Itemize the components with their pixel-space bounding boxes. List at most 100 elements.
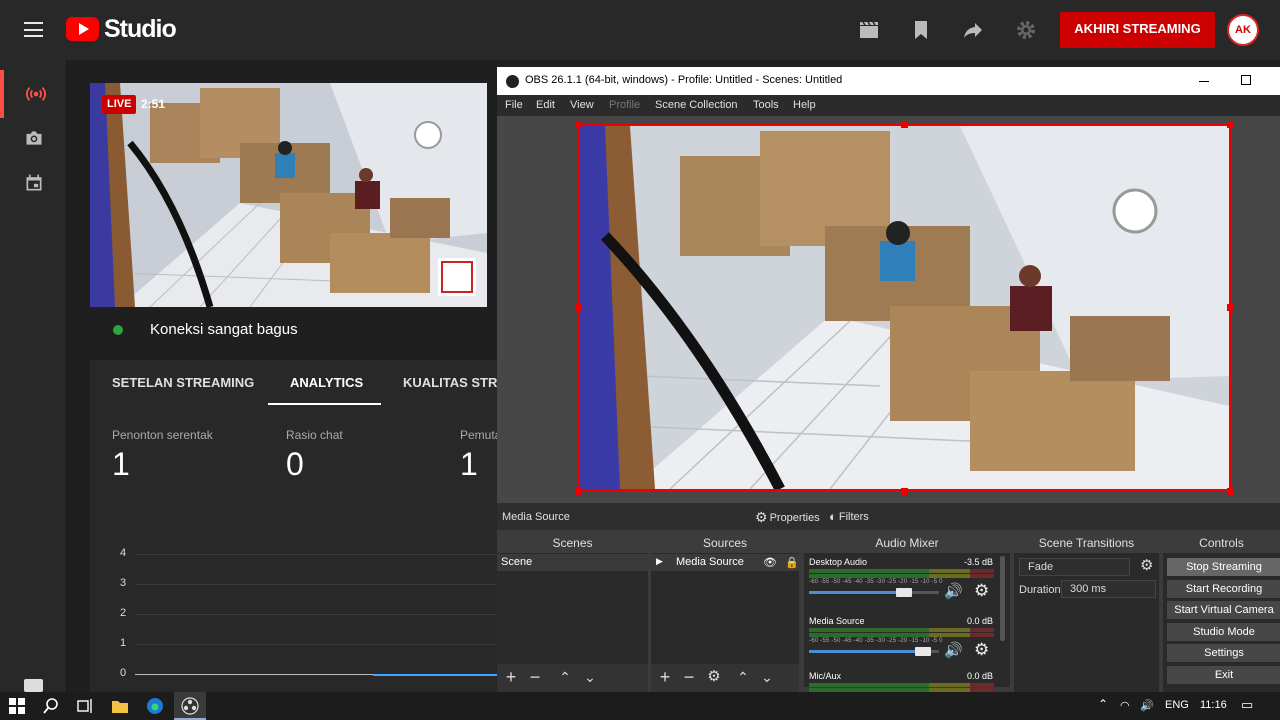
audio-mixer-title: Audio Mixer	[804, 534, 1010, 553]
scene-item-label[interactable]: Scene	[501, 556, 532, 568]
resize-handle[interactable]	[575, 488, 582, 495]
sources-dock-toolbar: + − ⚙ ⌃ ⌄	[651, 664, 799, 692]
menu-help[interactable]: Help	[793, 99, 816, 111]
meter-scale: -60 -55 -50 -45 -40 -35 -30 -25 -20 -15 …	[809, 579, 943, 585]
volume-slider[interactable]	[809, 588, 939, 597]
task-view-icon[interactable]	[76, 697, 94, 715]
scene-transitions-title: Scene Transitions	[1014, 534, 1159, 553]
speaker-icon[interactable]: 🔊	[944, 582, 963, 600]
move-up-icon[interactable]: ⌃	[734, 668, 752, 686]
settings-icon[interactable]	[1014, 18, 1038, 42]
tab-stream-quality[interactable]: KUALITAS STRE	[403, 375, 506, 390]
end-stream-button[interactable]: AKHIRI STREAMING	[1060, 12, 1215, 48]
start-virtual-camera-button[interactable]: Start Virtual Camera	[1167, 601, 1280, 619]
duration-input[interactable]: 300 ms	[1061, 580, 1156, 598]
edge-icon[interactable]	[146, 697, 164, 715]
mixer-channel-db: 0.0 dB	[966, 616, 993, 626]
gear-icon[interactable]: ⚙	[705, 668, 723, 686]
visibility-eye-icon[interactable]: 👁	[763, 556, 777, 569]
notifications-icon[interactable]: ▭	[1241, 697, 1253, 713]
gear-icon[interactable]: ⚙	[974, 640, 989, 660]
source-item-label[interactable]: Media Source	[676, 556, 744, 568]
stop-streaming-button[interactable]: Stop Streaming	[1167, 558, 1280, 576]
resize-handle[interactable]	[575, 304, 582, 311]
resize-handle[interactable]	[1227, 121, 1234, 128]
gridline	[135, 614, 505, 615]
minimize-icon[interactable]	[1199, 81, 1209, 82]
gear-icon: ⚙	[755, 509, 768, 525]
filters-button[interactable]: ◐ Filters	[829, 509, 869, 524]
move-down-icon[interactable]: ⌄	[758, 668, 776, 686]
scenes-dock-toolbar: + − ⌃ ⌄	[497, 664, 648, 692]
sidebar-item-schedule[interactable]	[0, 159, 67, 207]
menu-view[interactable]: View	[570, 99, 594, 111]
transition-select[interactable]: Fade	[1019, 558, 1130, 576]
add-icon[interactable]: +	[502, 668, 520, 686]
windows-start-icon[interactable]	[8, 697, 26, 715]
resize-handle[interactable]	[1227, 488, 1234, 495]
tab-analytics[interactable]: ANALYTICS	[290, 375, 363, 390]
avatar[interactable]: AK	[1227, 14, 1259, 46]
resize-handle[interactable]	[901, 488, 908, 495]
menu-profile[interactable]: Profile	[609, 99, 640, 111]
add-icon[interactable]: +	[656, 668, 674, 686]
resize-handle[interactable]	[1227, 304, 1234, 311]
meter-scale: -60 -55 -50 -45 -40 -35 -30 -25 -20 -15 …	[809, 638, 943, 644]
bookmark-icon[interactable]	[909, 18, 933, 42]
controls-title: Controls	[1163, 534, 1280, 553]
play-icon[interactable]: ▶	[656, 556, 663, 567]
stream-preview[interactable]	[90, 83, 487, 307]
properties-button[interactable]: ⚙ Properties	[755, 509, 820, 526]
gear-icon[interactable]: ⚙	[974, 581, 989, 601]
studio-mode-button[interactable]: Studio Mode	[1167, 623, 1280, 641]
start-recording-button[interactable]: Start Recording	[1167, 580, 1280, 598]
move-up-icon[interactable]: ⌃	[556, 668, 574, 686]
exit-button[interactable]: Exit	[1167, 666, 1280, 684]
resize-handle[interactable]	[901, 121, 908, 128]
media-source-preview[interactable]	[578, 124, 1231, 491]
menu-icon[interactable]	[24, 22, 43, 37]
resize-handle[interactable]	[575, 121, 582, 128]
obs-window-title: OBS 26.1.1 (64-bit, windows) - Profile: …	[525, 74, 843, 86]
stat-label-concurrent-viewers: Penonton serentak	[112, 428, 213, 442]
volume-slider-knob[interactable]	[895, 588, 912, 597]
volume-slider[interactable]	[809, 647, 939, 656]
speaker-icon[interactable]: 🔊	[944, 641, 963, 659]
studio-logo-text[interactable]: Studio	[104, 15, 177, 44]
remove-icon[interactable]: −	[526, 668, 544, 686]
scenes-dock-title: Scenes	[497, 534, 648, 553]
volume-icon[interactable]: 🔊	[1140, 699, 1154, 712]
clapperboard-icon[interactable]	[857, 18, 881, 42]
stat-label-plays: Pemuta	[460, 428, 502, 442]
file-explorer-icon[interactable]	[111, 697, 129, 715]
mixer-scrollbar[interactable]	[1000, 556, 1005, 641]
obs-taskbar-button[interactable]	[174, 692, 206, 720]
menu-file[interactable]: File	[505, 99, 523, 111]
obs-preview-canvas[interactable]	[497, 116, 1280, 508]
search-icon[interactable]	[42, 697, 60, 715]
feedback-icon[interactable]	[24, 679, 43, 692]
lock-icon[interactable]: 🔒	[785, 556, 799, 569]
menu-scene-collection[interactable]: Scene Collection	[655, 99, 738, 111]
maximize-icon[interactable]	[1241, 75, 1251, 85]
settings-button[interactable]: Settings	[1167, 644, 1280, 662]
tab-stream-settings[interactable]: SETELAN STREAMING	[112, 375, 254, 390]
volume-slider-knob[interactable]	[915, 647, 932, 656]
menu-tools[interactable]: Tools	[753, 99, 779, 111]
remove-icon[interactable]: −	[680, 668, 698, 686]
move-down-icon[interactable]: ⌄	[581, 668, 599, 686]
share-icon[interactable]	[961, 18, 985, 42]
youtube-logo-icon[interactable]	[66, 17, 99, 41]
clock[interactable]: 11:16	[1200, 699, 1227, 711]
mixer-channel-name: Mic/Aux	[809, 671, 842, 681]
gridline	[135, 584, 505, 585]
volume-meter	[809, 569, 994, 573]
menu-edit[interactable]: Edit	[536, 99, 555, 111]
network-icon[interactable]: ◠	[1120, 699, 1130, 712]
language-indicator[interactable]: ENG	[1165, 699, 1189, 711]
gear-icon[interactable]: ⚙	[1140, 556, 1153, 574]
sidebar-item-camera[interactable]	[0, 114, 67, 162]
live-duration: 2:51	[141, 97, 166, 111]
chevron-up-icon[interactable]: ⌃	[1098, 697, 1108, 711]
sidebar-item-live[interactable]	[0, 70, 67, 118]
